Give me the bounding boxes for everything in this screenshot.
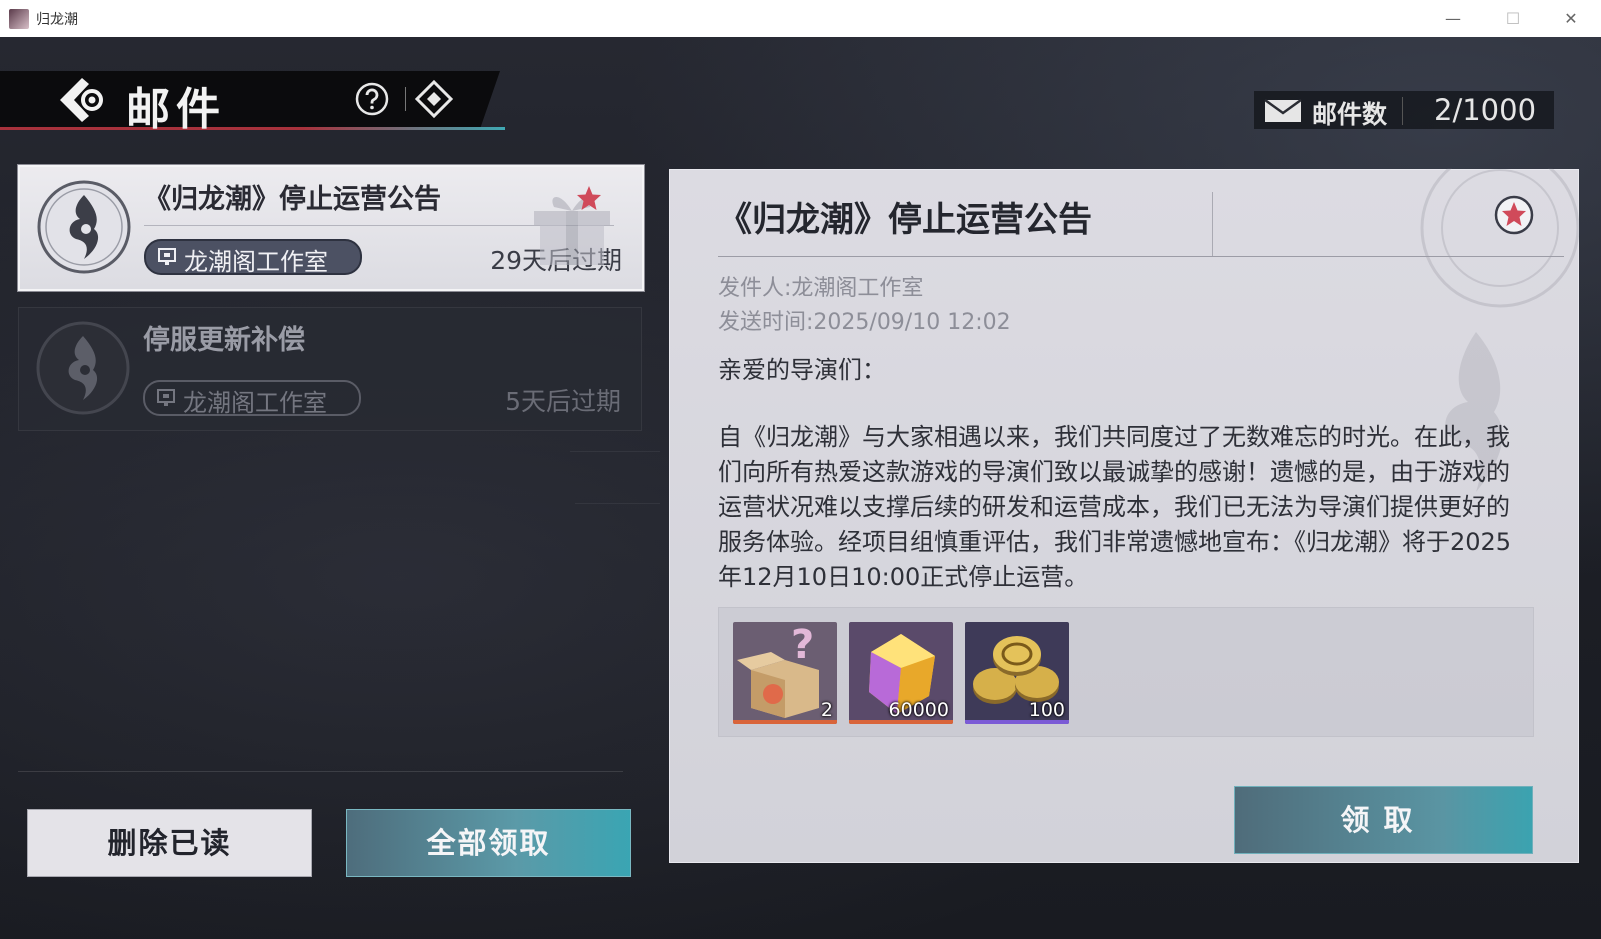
header-underline: [0, 127, 505, 130]
delete-read-label: 删除已读: [107, 826, 232, 860]
mail-list-item[interactable]: 《归龙潮》停止运营公告 龙潮阁工作室 29天后过期: [18, 165, 644, 291]
attachment-count: 60000: [888, 699, 949, 721]
mail-detail-panel: 《归龙潮》停止运营公告 发件人:龙潮阁工作室 发送时间:2025/09/10 1…: [669, 148, 1580, 863]
detail-sender: 发件人:龙潮阁工作室: [718, 276, 924, 301]
minimize-button[interactable]: —: [1430, 6, 1476, 32]
star-badge-icon: [1494, 195, 1534, 235]
mail-count-value: 2/1000: [1434, 93, 1537, 127]
delete-read-button[interactable]: 删除已读: [27, 809, 312, 877]
attachment-item[interactable]: 100: [965, 622, 1069, 724]
sender-tag: 龙潮阁工作室: [144, 239, 362, 276]
divider: [18, 771, 623, 772]
mail-expiry: 5天后过期: [505, 387, 621, 416]
attachments-box: ? 2 60000 100: [718, 607, 1534, 737]
attachment-item[interactable]: ? 2: [733, 622, 837, 724]
mail-count-separator: [1402, 97, 1403, 125]
title-separator: [1212, 192, 1213, 256]
studio-icon: [158, 248, 176, 266]
deco-line: [570, 451, 660, 452]
sender-name: 龙潮阁工作室: [183, 389, 327, 417]
mail-count-label: 邮件数: [1312, 100, 1388, 129]
page-title: 邮件: [126, 84, 226, 135]
mail-subject: 停服更新补偿: [143, 325, 305, 356]
close-button[interactable]: ✕: [1548, 6, 1594, 32]
postmark-stamp-icon: [1400, 148, 1590, 338]
window-titlebar: 归龙潮 — ☐ ✕: [0, 0, 1601, 38]
envelope-icon: [1264, 98, 1302, 123]
game-stage: 邮件 邮件数 2/1000 《归龙潮》停止运营公告 龙潮阁工作室 停服更新补偿 …: [0, 37, 1601, 939]
window-title: 归龙潮: [36, 12, 78, 28]
header-divider: [405, 87, 406, 111]
mail-list-item[interactable]: 停服更新补偿 龙潮阁工作室 5天后过期: [18, 307, 642, 431]
mail-count-panel: 邮件数 2/1000: [1254, 91, 1554, 129]
sender-emblem-icon: [35, 320, 131, 416]
sender-name: 龙潮阁工作室: [184, 248, 328, 276]
attachment-item[interactable]: 60000: [849, 622, 953, 724]
claim-all-button[interactable]: 全部领取: [346, 809, 631, 877]
back-arrow-icon[interactable]: [56, 75, 108, 125]
diamond-icon[interactable]: [414, 79, 454, 119]
claim-label: 领取: [1340, 803, 1427, 837]
detail-greeting: 亲爱的导演们：: [718, 356, 886, 384]
help-icon[interactable]: [354, 81, 390, 117]
claim-all-label: 全部领取: [426, 826, 551, 860]
detail-send-time: 发送时间:2025/09/10 12:02: [718, 310, 1011, 335]
deco-line: [575, 503, 660, 504]
svg-text:?: ?: [791, 622, 814, 668]
app-icon: [9, 9, 29, 29]
mail-subject: 《归龙潮》停止运营公告: [144, 184, 441, 215]
title-divider: [718, 256, 1564, 257]
sender-emblem-icon: [36, 179, 132, 275]
sender-tag: 龙潮阁工作室: [143, 380, 361, 417]
detail-title: 《归龙潮》停止运营公告: [718, 200, 1092, 240]
maximize-button[interactable]: ☐: [1490, 6, 1536, 32]
claim-button[interactable]: 领取: [1234, 786, 1533, 854]
attachment-count: 2: [820, 699, 833, 721]
detail-body[interactable]: 自《归龙潮》与大家相遇以来，我们共同度过了无数难忘的时光。在此，我们向所有热爱这…: [718, 420, 1528, 595]
star-badge-icon: [576, 185, 602, 211]
studio-icon: [157, 389, 175, 407]
attachment-count: 100: [1028, 699, 1065, 721]
